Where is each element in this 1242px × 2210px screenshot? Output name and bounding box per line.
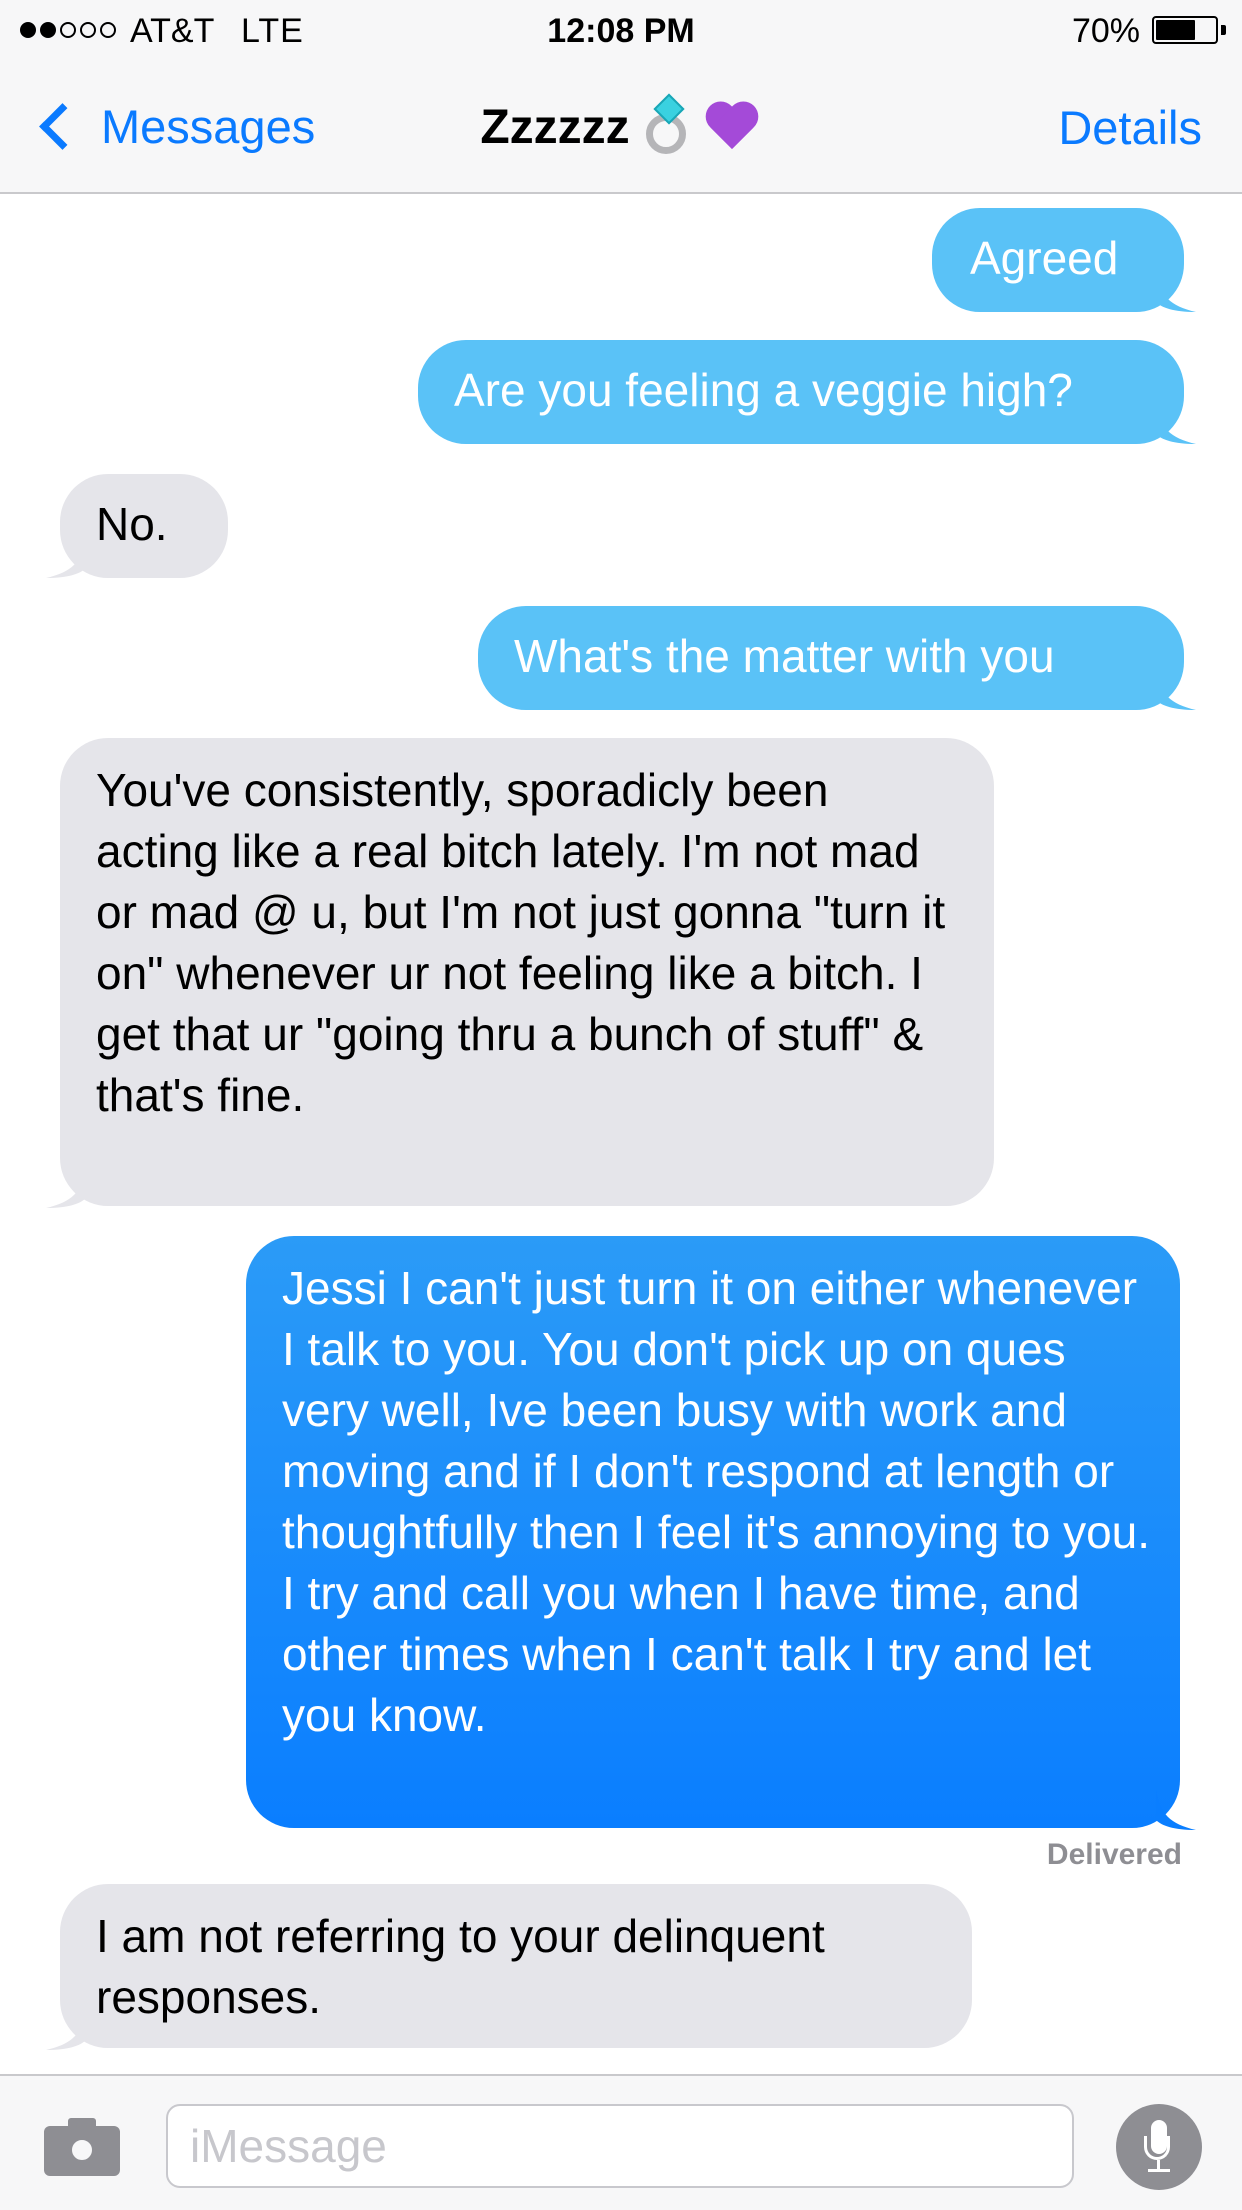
bubble-tail <box>1156 272 1196 312</box>
purple-heart-icon <box>706 99 762 155</box>
status-bar: AT&T LTE 12:08 PM 70% <box>0 0 1242 62</box>
battery-fill <box>1156 20 1196 40</box>
message-bubble-outgoing[interactable]: Jessi I can't just turn it on either whe… <box>246 1236 1180 1828</box>
bubble-tail <box>46 1168 86 1208</box>
camera-icon[interactable] <box>44 2116 120 2176</box>
message-bubble-outgoing[interactable]: Are you feeling a veggie high? <box>418 340 1184 444</box>
battery-cap <box>1221 25 1226 35</box>
message-bubble-outgoing[interactable]: What's the matter with you <box>478 606 1184 710</box>
bubble-tail <box>1156 1790 1196 1830</box>
details-button[interactable]: Details <box>1058 100 1202 155</box>
bubble-tail <box>1156 404 1196 444</box>
top-bar: AT&T LTE 12:08 PM 70% Messages Zzzzzz De… <box>0 0 1242 194</box>
message-input-bar <box>0 2074 1242 2210</box>
conversation-name: Zzzzzz <box>480 100 630 154</box>
imessage-input[interactable] <box>166 2104 1074 2188</box>
bubble-tail <box>46 538 86 578</box>
delivered-status: Delivered <box>1046 1838 1182 1871</box>
bubble-tail <box>46 2010 86 2050</box>
ring-icon <box>642 93 694 158</box>
battery-icon <box>1152 16 1218 44</box>
message-bubble-outgoing[interactable]: Agreed <box>932 208 1184 312</box>
message-bubble-incoming[interactable]: I am not referring to your delinquent re… <box>60 1884 972 2048</box>
message-bubble-incoming[interactable]: You've consistently, sporadicly been act… <box>60 738 994 1206</box>
bubble-tail <box>1156 670 1196 710</box>
status-time: 12:08 PM <box>547 12 695 50</box>
battery-percent: 70% <box>1071 12 1140 50</box>
microphone-icon[interactable] <box>1116 2104 1202 2190</box>
conversation-title: Zzzzzz <box>0 93 1242 158</box>
